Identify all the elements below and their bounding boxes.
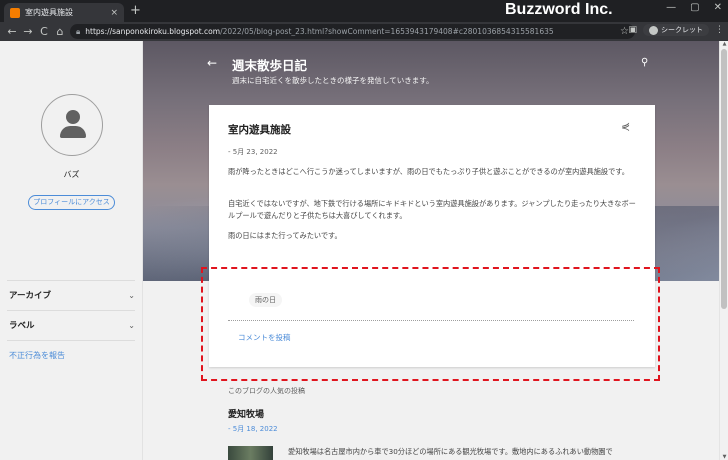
share-icon[interactable]: ⋞: [621, 120, 630, 133]
label-tag[interactable]: 雨の日: [249, 293, 282, 307]
forward-icon[interactable]: →: [20, 25, 36, 38]
back-arrow-icon[interactable]: ←: [207, 56, 217, 70]
post-paragraph: 自宅近くではないですが、地下鉄で行ける場所にキドキドという室内遊具施設があります…: [228, 199, 636, 220]
popular-post-title[interactable]: 愛知牧場: [228, 407, 264, 420]
sidebar-item-archive[interactable]: アーカイブ ⌄: [9, 288, 135, 302]
incognito-badge[interactable]: シークレット: [643, 24, 709, 36]
maximize-icon[interactable]: ▢: [690, 2, 699, 13]
scrollbar-thumb[interactable]: [721, 49, 727, 309]
popular-post-snippet: 愛知牧場は名古屋市内から車で30分ほどの場所にある観光牧場です。敷地内にあるふれ…: [288, 447, 613, 456]
sidebar-item-label: ラベル: [9, 321, 35, 331]
sidebar-item-label: アーカイブ: [9, 291, 51, 301]
blogger-favicon-icon: [10, 7, 20, 18]
back-icon[interactable]: ←: [4, 25, 20, 38]
address-bar: ← → C ⌂ 🔒︎ https://sanponokiroku.blogspo…: [0, 22, 728, 41]
incognito-icon: [649, 25, 658, 35]
dotted-divider: [228, 320, 634, 321]
search-icon[interactable]: ⚲: [641, 57, 648, 68]
scrollbar[interactable]: ▲ ▼: [719, 41, 728, 460]
blog-title[interactable]: 週末散歩日記: [232, 55, 307, 74]
post-card: 室内遊具施設 ⋞ - 5月 23, 2022 雨が降ったときはどこへ行こうか迷っ…: [209, 105, 655, 367]
post-date: - 5月 23, 2022: [228, 148, 278, 156]
reload-icon[interactable]: C: [36, 25, 52, 38]
incognito-label: シークレット: [661, 26, 703, 34]
sidebar-item-labels[interactable]: ラベル ⌄: [9, 318, 135, 332]
browser-menu-icon[interactable]: ⋮: [715, 25, 724, 35]
sidebar: バズ プロフィールにアクセス アーカイブ ⌄ ラベル ⌄ 不正行為を報告: [0, 41, 143, 460]
url-input[interactable]: 🔒︎ https://sanponokiroku.blogspot.com/20…: [70, 24, 635, 39]
sidebar-divider: [7, 280, 135, 281]
url-text: https://sanponokiroku.blogspot.com/2022/…: [85, 27, 615, 36]
post-title: 室内遊具施設: [228, 124, 291, 136]
side-panel-icon[interactable]: ▣: [628, 25, 637, 35]
url-host: https://sanponokiroku.blogspot.com: [85, 27, 221, 36]
author-name: バズ: [63, 170, 80, 179]
avatar[interactable]: [41, 94, 103, 156]
brand-watermark: Buzzword Inc.: [505, 1, 613, 18]
sidebar-divider: [7, 340, 135, 341]
scroll-down-arrow-icon[interactable]: ▼: [720, 454, 728, 460]
browser-tab[interactable]: 室内遊具施設 ×: [4, 3, 124, 22]
avatar-body: [60, 126, 86, 138]
tab-close-icon[interactable]: ×: [110, 8, 118, 18]
report-abuse-link[interactable]: 不正行為を報告: [9, 350, 65, 361]
scroll-up-arrow-icon[interactable]: ▲: [720, 41, 728, 47]
sidebar-divider: [7, 310, 135, 311]
minimize-icon[interactable]: —: [666, 2, 676, 13]
post-paragraph: 雨が降ったときはどこへ行こうか迷ってしまいますが、雨の日でもたっぷり子供と遊ぶこ…: [228, 167, 629, 176]
lock-icon: 🔒︎: [76, 26, 81, 36]
popular-posts-heading: このブログの人気の投稿: [228, 387, 305, 395]
popular-post-thumbnail[interactable]: [228, 446, 273, 460]
window-controls: — ▢ ✕: [666, 2, 722, 13]
avatar-head: [66, 110, 80, 124]
main-content: ← 週末散歩日記 週末に自宅近くを散歩したときの様子を発信していきます。 ⚲ 室…: [143, 41, 719, 460]
page-viewport: バズ プロフィールにアクセス アーカイブ ⌄ ラベル ⌄ 不正行為を報告 ← 週…: [0, 41, 728, 460]
browser-tab-bar: 室内遊具施設 × + Buzzword Inc. — ▢ ✕: [0, 0, 728, 22]
browser-tools: ▣ シークレット ⋮: [628, 24, 724, 36]
blog-description: 週末に自宅近くを散歩したときの様子を発信していきます。: [232, 76, 434, 85]
profile-button[interactable]: プロフィールにアクセス: [28, 195, 115, 210]
post-comment-link[interactable]: コメントを投稿: [238, 332, 291, 343]
post-paragraph: 雨の日にはまた行ってみたいです。: [228, 231, 342, 240]
tab-title: 室内遊具施設: [25, 8, 73, 17]
chevron-down-icon: ⌄: [128, 290, 135, 300]
home-icon[interactable]: ⌂: [52, 25, 68, 38]
url-path: /2022/05/blog-post_23.html?showComment=1…: [220, 27, 554, 36]
new-tab-button[interactable]: +: [130, 3, 141, 19]
chevron-down-icon: ⌄: [128, 320, 135, 330]
close-window-icon[interactable]: ✕: [714, 2, 722, 13]
popular-post-date[interactable]: - 5月 18, 2022: [228, 424, 278, 434]
